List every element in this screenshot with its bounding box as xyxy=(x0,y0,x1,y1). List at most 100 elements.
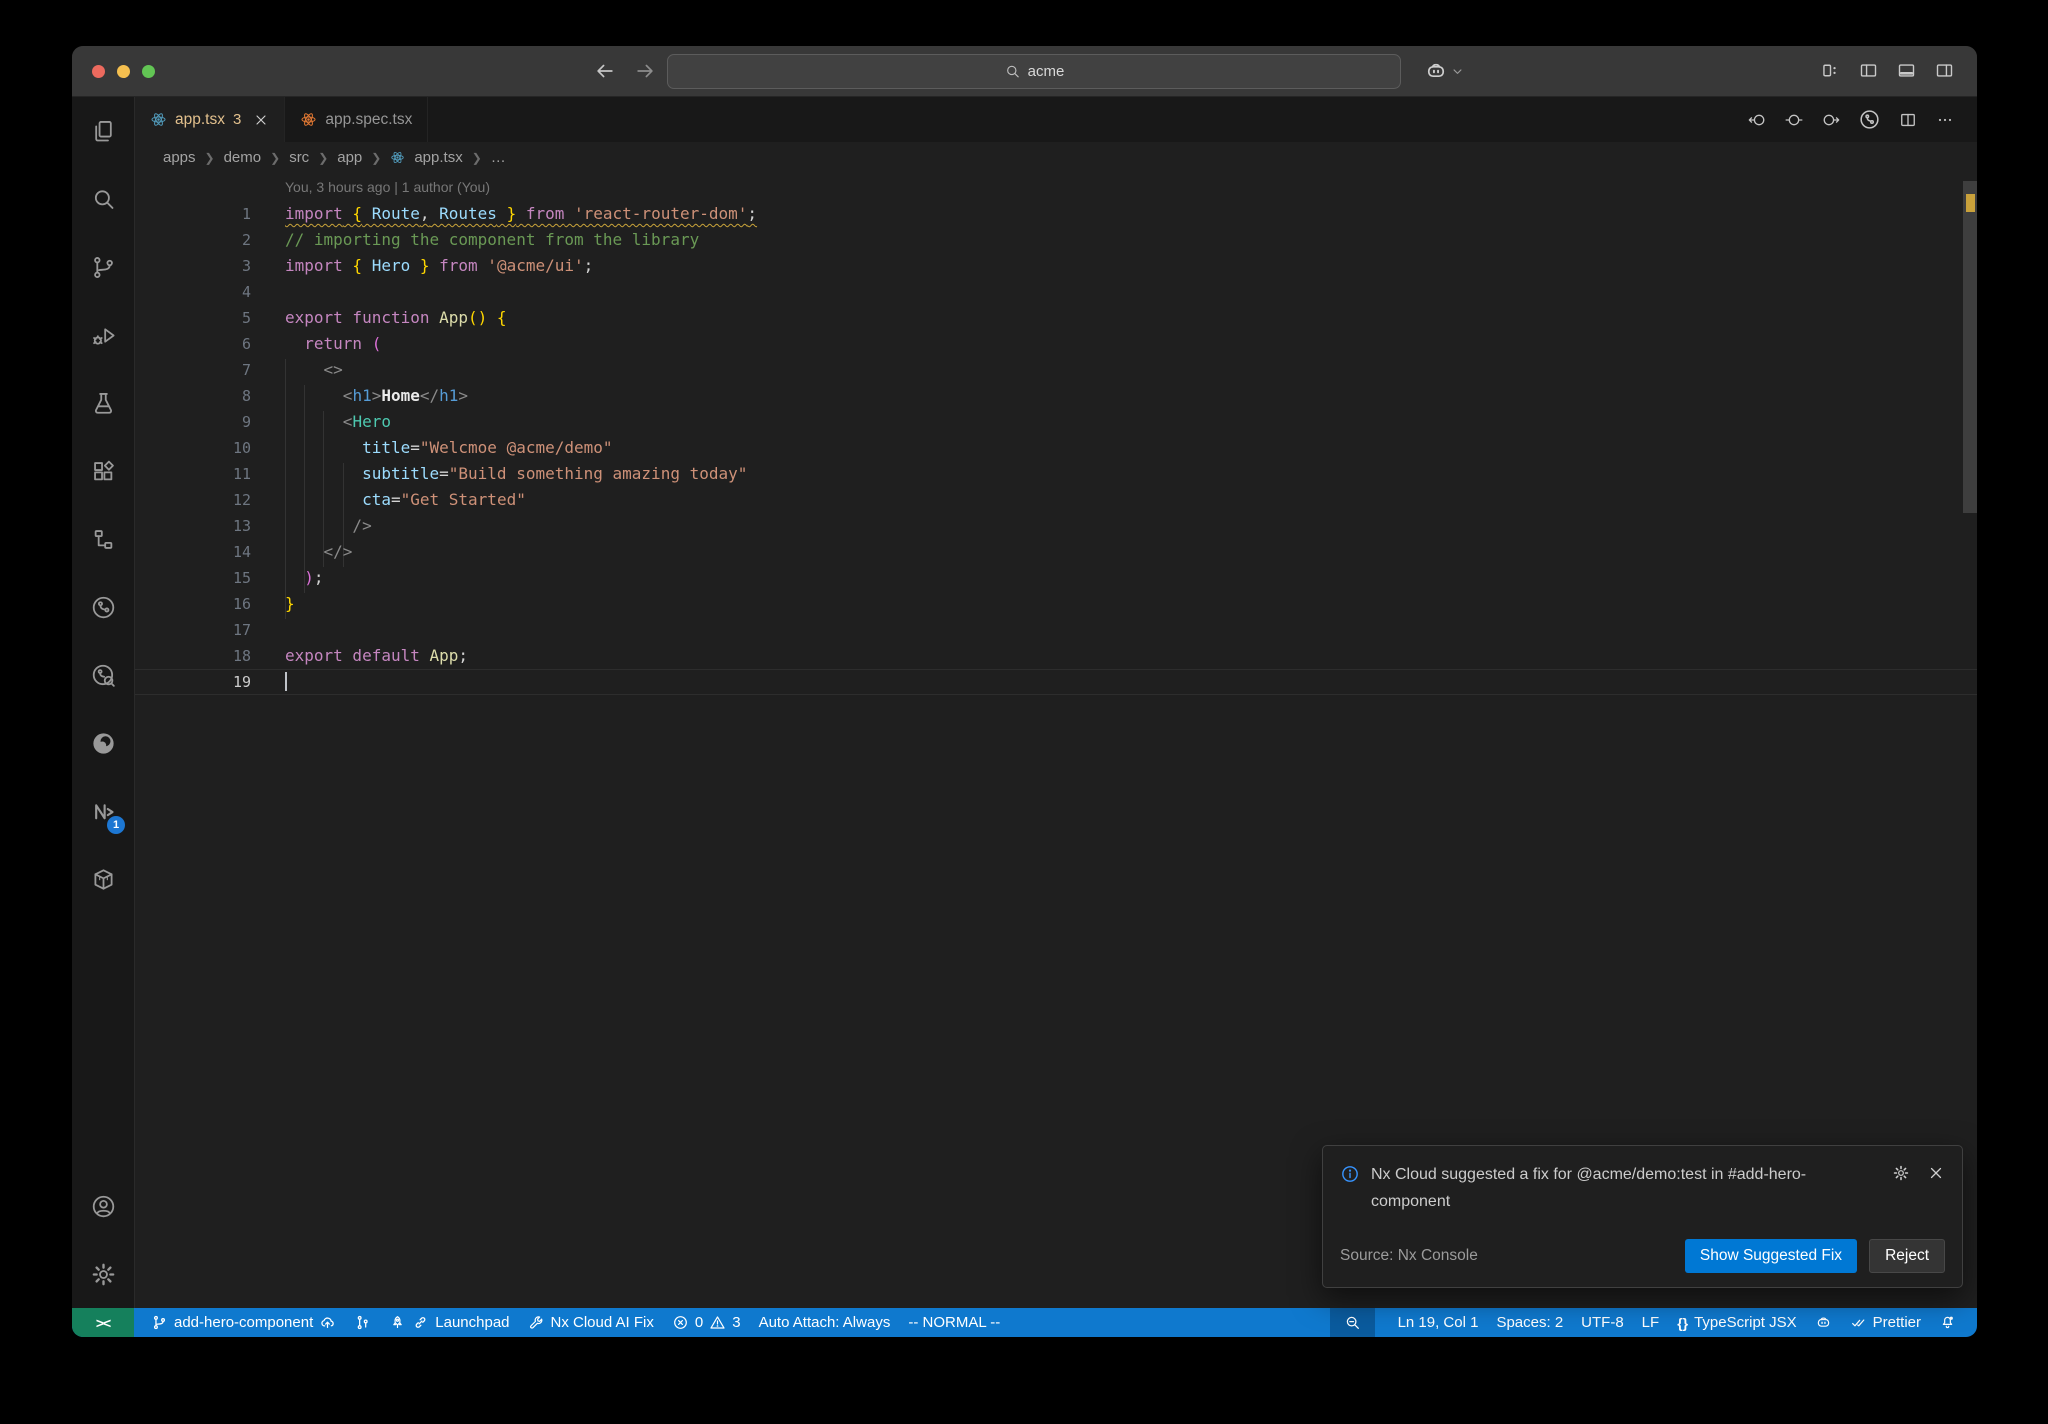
status-item-prettier[interactable]: Prettier xyxy=(1841,1308,1930,1337)
toggle-primary-sidebar-icon[interactable] xyxy=(1858,60,1879,81)
copilot-menu[interactable] xyxy=(1424,59,1465,83)
breadcrumb-separator: ❯ xyxy=(270,150,281,165)
desktop: { "titlebar": { "search_value": "acme", … xyxy=(0,0,2048,1424)
react-icon xyxy=(390,150,405,165)
project-graph-icon xyxy=(90,594,117,621)
window-zoom-button[interactable] xyxy=(142,65,155,78)
code-line-7: 7 <> xyxy=(135,357,1977,383)
split-editor-icon[interactable] xyxy=(1898,110,1918,130)
line-number: 5 xyxy=(241,309,251,327)
breadcrumb-segment[interactable]: demo xyxy=(224,149,262,166)
overview-ruler-warning-mark xyxy=(1966,194,1975,212)
activity-bar-item-explorer[interactable] xyxy=(72,97,134,165)
breadcrumb[interactable]: apps ❯ demo ❯ src ❯ app ❯ app.tsx ❯… xyxy=(135,142,1977,173)
show-suggested-fix-button[interactable]: Show Suggested Fix xyxy=(1684,1239,1858,1273)
breadcrumb-separator: ❯ xyxy=(204,150,215,165)
tab-app.spec.tsx[interactable]: app.spec.tsx xyxy=(285,97,429,142)
code-line-18: 18 export default App; xyxy=(135,643,1977,669)
status-text: Nx Cloud AI Fix xyxy=(550,1314,654,1331)
activity-bar-item-git-graph-view[interactable] xyxy=(72,641,134,709)
bell-dot-icon xyxy=(1939,1314,1956,1331)
code-line-6: 6 return ( xyxy=(135,331,1977,357)
copilot-icon xyxy=(1424,59,1448,83)
navigate-back-icon[interactable] xyxy=(594,60,616,82)
line-number: 7 xyxy=(241,361,251,379)
status-item-eol-sequence[interactable]: LF xyxy=(1633,1308,1669,1337)
breadcrumb-segment[interactable]: app xyxy=(337,149,362,166)
chevron-down-icon xyxy=(1450,64,1465,79)
status-item-auto-attach[interactable]: Auto Attach: Always xyxy=(750,1308,900,1337)
reject-button[interactable]: Reject xyxy=(1869,1239,1945,1273)
navigate-forward-icon[interactable] xyxy=(634,60,656,82)
status-item-git-branch[interactable]: add-hero-component xyxy=(142,1308,345,1337)
code-editor[interactable]: You, 3 hours ago | 1 author (You) 1 impor… xyxy=(135,173,1977,1308)
text-cursor xyxy=(285,672,287,691)
breadcrumb-file[interactable]: app.tsx xyxy=(414,149,462,166)
notification-close-icon[interactable] xyxy=(1927,1164,1945,1182)
more-actions-icon[interactable] xyxy=(1935,110,1955,130)
code-line-16: 16} xyxy=(135,591,1977,617)
status-item-screencast-zoom[interactable] xyxy=(1329,1308,1375,1337)
close-icon[interactable] xyxy=(253,112,269,128)
command-center-search[interactable]: acme xyxy=(667,54,1401,89)
status-text: -- NORMAL -- xyxy=(908,1314,1001,1331)
status-item-notifications-bell[interactable] xyxy=(1930,1308,1965,1337)
tab-app.tsx[interactable]: app.tsx 3 xyxy=(135,97,286,142)
line-number: 19 xyxy=(232,673,251,691)
activity-bar-item-source-control[interactable] xyxy=(72,233,134,301)
code-line-3: 3 import { Hero } from '@acme/ui'; xyxy=(135,253,1977,279)
activity-bar-item-testing[interactable] xyxy=(72,369,134,437)
activity-bar-item-containers[interactable] xyxy=(72,845,134,913)
activity-bar-item-settings[interactable] xyxy=(72,1240,134,1308)
zoom-out-icon xyxy=(1344,1314,1361,1331)
run-project-graph-icon[interactable] xyxy=(1858,108,1881,131)
testing-icon xyxy=(90,390,117,417)
editor-actions xyxy=(1747,97,1977,142)
line-number: 2 xyxy=(241,231,251,249)
code-line-14: 14 </> xyxy=(135,539,1977,565)
current-change-icon[interactable] xyxy=(1784,110,1804,130)
toggle-panel-icon[interactable] xyxy=(1896,60,1917,81)
notification-settings-icon[interactable] xyxy=(1892,1164,1910,1182)
next-change-icon[interactable] xyxy=(1821,110,1841,130)
breadcrumb-symbol-ellipsis[interactable]: … xyxy=(491,149,506,166)
window-minimize-button[interactable] xyxy=(117,65,130,78)
status-item-copilot-status[interactable] xyxy=(1806,1308,1841,1337)
breadcrumb-segment[interactable]: src xyxy=(289,149,309,166)
status-item-indentation[interactable]: Spaces: 2 xyxy=(1487,1308,1572,1337)
editor-group: app.tsx 3 app.spec.tsx apps ❯ demo ❯ src ❯ app… xyxy=(135,97,1977,1308)
status-text: Prettier xyxy=(1872,1314,1921,1331)
status-item-nx-cloud-ai-fix[interactable]: Nx Cloud AI Fix xyxy=(519,1308,663,1337)
status-bar-right: Ln 19, Col 1 Spaces: 2 UTF-8 LF {} TypeScript… xyxy=(1329,1308,1977,1337)
code-line-10: 10 title="Welcmoe @acme/demo" xyxy=(135,435,1977,461)
breadcrumb-segment[interactable]: apps xyxy=(163,149,196,166)
activity-bar-item-edge-browser[interactable] xyxy=(72,709,134,777)
status-bar-left: add-hero-component Launchpad Nx Cloud AI F… xyxy=(134,1308,1009,1337)
remote-indicator[interactable]: >< xyxy=(72,1308,134,1337)
status-item-vim-mode[interactable]: -- NORMAL -- xyxy=(899,1308,1009,1337)
git-graph-icon xyxy=(354,1314,371,1331)
activity-bar-item-accounts[interactable] xyxy=(72,1172,134,1240)
activity-bar-item-nx-console[interactable]: 1 xyxy=(72,777,134,845)
status-item-git-graph[interactable] xyxy=(345,1308,380,1337)
customize-layout-icon[interactable] xyxy=(1820,60,1841,81)
status-item-problems[interactable]: 03 xyxy=(663,1308,750,1337)
status-item-language-mode[interactable]: {} TypeScript JSX xyxy=(1668,1308,1805,1337)
rocket-icon xyxy=(389,1314,406,1331)
notification-source: Source: Nx Console xyxy=(1340,1247,1478,1264)
activity-bar-item-search[interactable] xyxy=(72,165,134,233)
activity-bar-item-extensions[interactable] xyxy=(72,437,134,505)
status-item-cursor-position[interactable]: Ln 19, Col 1 xyxy=(1389,1308,1488,1337)
window-close-button[interactable] xyxy=(92,65,105,78)
activity-bar-item-type-hierarchy[interactable] xyxy=(72,505,134,573)
scrollbar[interactable] xyxy=(1963,181,1977,513)
run-and-debug-icon xyxy=(90,322,117,349)
line-number: 17 xyxy=(232,621,251,639)
activity-bar-item-project-graph[interactable] xyxy=(72,573,134,641)
status-item-launchpad[interactable]: Launchpad xyxy=(380,1308,518,1337)
activity-bar-item-run-and-debug[interactable] xyxy=(72,301,134,369)
status-item-encoding[interactable]: UTF-8 xyxy=(1572,1308,1633,1337)
tab-label: app.spec.tsx xyxy=(325,110,413,128)
toggle-secondary-sidebar-icon[interactable] xyxy=(1934,60,1955,81)
previous-change-icon[interactable] xyxy=(1747,110,1767,130)
